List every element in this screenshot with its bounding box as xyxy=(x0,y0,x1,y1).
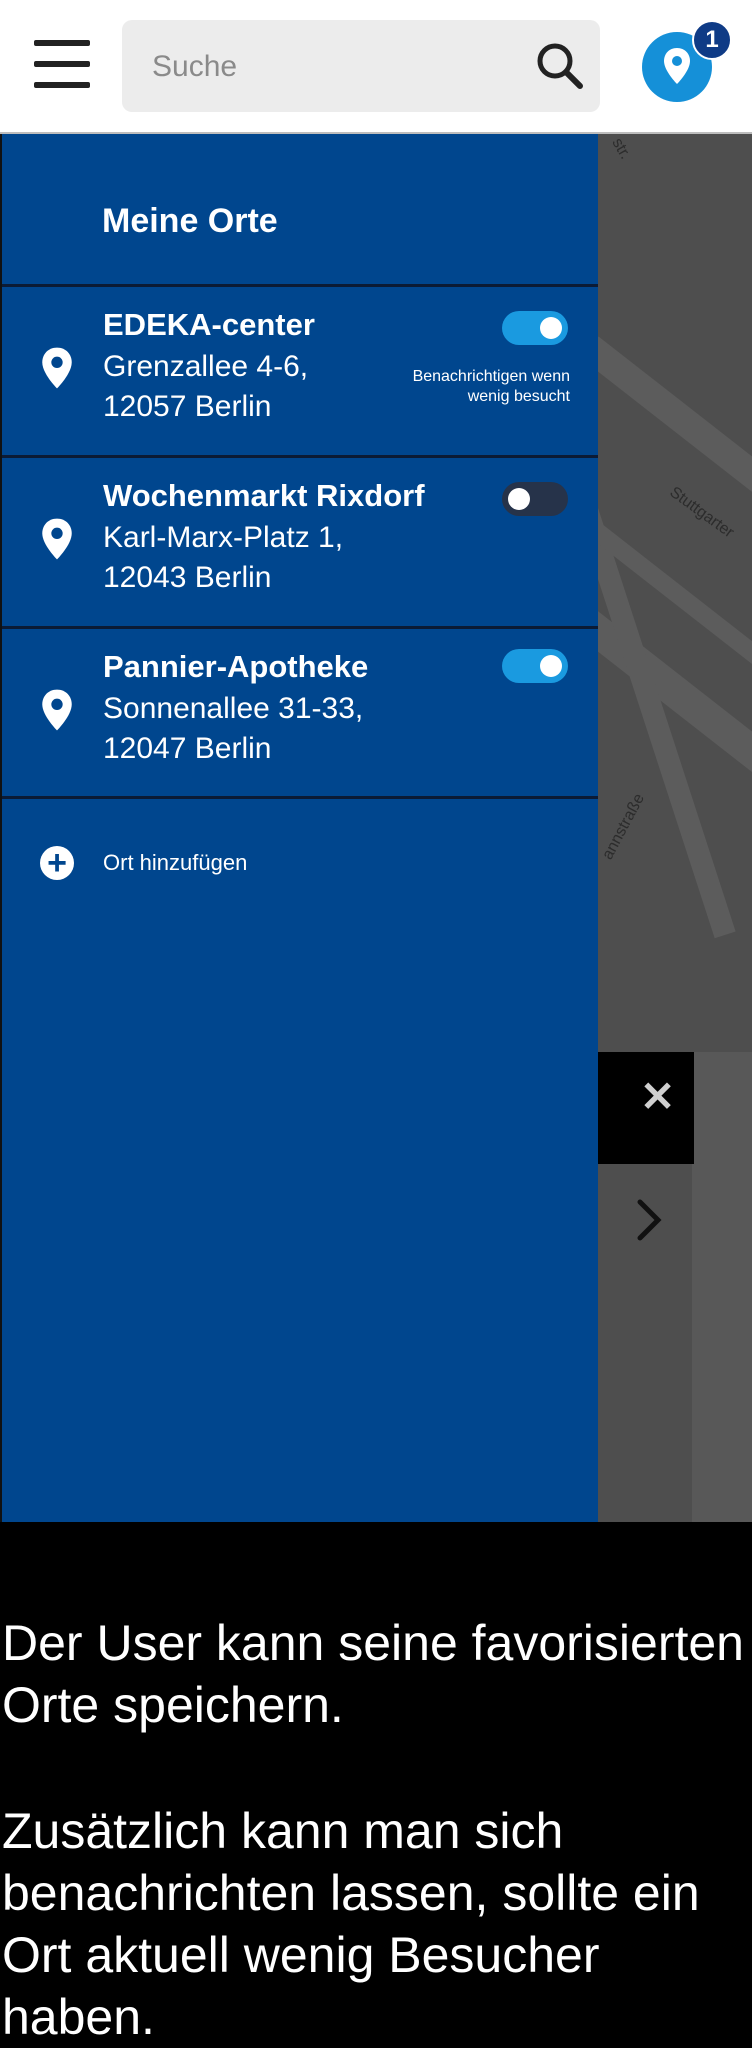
caption-text: Der User kann seine favorisierten Orte s… xyxy=(2,1612,750,2048)
notify-toggle[interactable] xyxy=(502,311,568,345)
place-address: Karl-Marx-Platz 1, 12043 Berlin xyxy=(103,518,343,598)
place-name: Wochenmarkt Rixdorf xyxy=(103,478,425,513)
location-pin-icon xyxy=(42,347,72,389)
address-line: Sonnenallee 31-33, xyxy=(103,692,364,725)
search-input[interactable] xyxy=(150,20,514,114)
place-name: Pannier-Apotheke xyxy=(103,649,369,684)
chevron-right-icon[interactable] xyxy=(630,1196,666,1244)
my-places-drawer: Meine Orte EDEKA-center Grenzallee 4-6, … xyxy=(0,132,598,1522)
toggle-knob xyxy=(508,488,530,510)
close-icon: ✕ xyxy=(640,1073,676,1120)
map-view[interactable]: str. Stuttgarter annstraße xyxy=(596,132,752,1522)
add-place-label: Ort hinzufügen xyxy=(103,850,248,875)
place-item-apotheke[interactable]: Pannier-Apotheke Sonnenallee 31-33, 1204… xyxy=(2,629,598,797)
notify-hint: Benachrichtigen wenn wenig besucht xyxy=(412,368,570,405)
place-address: Grenzallee 4-6, 12057 Berlin xyxy=(103,347,308,427)
app-screen: 1 str. Stuttgarter annstraße ✕ Meine Ort… xyxy=(0,0,752,1522)
close-button[interactable]: ✕ xyxy=(596,1052,694,1164)
place-name: EDEKA-center xyxy=(103,307,315,342)
place-address: Sonnenallee 31-33, 12047 Berlin xyxy=(103,689,363,769)
street-label: str. xyxy=(608,135,634,163)
plus-circle-icon: + xyxy=(40,846,74,880)
toggle-knob xyxy=(540,317,562,339)
street-label: Stuttgarter xyxy=(666,483,737,542)
top-bar: 1 xyxy=(0,0,752,134)
search-bar xyxy=(122,20,600,114)
toggle-knob xyxy=(540,655,562,677)
caption-paragraph: Der User kann seine favorisierten Orte s… xyxy=(2,1615,744,1733)
add-place-button[interactable]: + Ort hinzufügen xyxy=(2,824,598,904)
address-line: 12047 Berlin xyxy=(103,732,272,765)
divider xyxy=(2,796,598,799)
location-pin-icon xyxy=(664,48,690,84)
location-pin-icon xyxy=(42,689,72,731)
notify-toggle[interactable] xyxy=(502,482,568,516)
drawer-title: Meine Orte xyxy=(102,202,278,240)
notification-badge: 1 xyxy=(692,20,732,60)
location-pin-icon xyxy=(42,518,72,560)
address-line: Karl-Marx-Platz 1, xyxy=(103,521,344,554)
address-line: Grenzallee 4-6, xyxy=(103,350,309,383)
place-item-wochenmarkt[interactable]: Wochenmarkt Rixdorf Karl-Marx-Platz 1, 1… xyxy=(2,458,598,626)
street-label: annstraße xyxy=(599,790,648,863)
hamburger-icon[interactable] xyxy=(34,38,90,90)
place-item-edeka[interactable]: EDEKA-center Grenzallee 4-6, 12057 Berli… xyxy=(2,287,598,455)
search-icon[interactable] xyxy=(534,40,586,92)
address-line: 12043 Berlin xyxy=(103,561,272,594)
address-line: 12057 Berlin xyxy=(103,390,272,423)
caption-paragraph: Zusätzlich kann man sich benachrichten l… xyxy=(2,1803,700,2045)
notify-toggle[interactable] xyxy=(502,649,568,683)
map-panel-strip xyxy=(692,1052,752,1522)
